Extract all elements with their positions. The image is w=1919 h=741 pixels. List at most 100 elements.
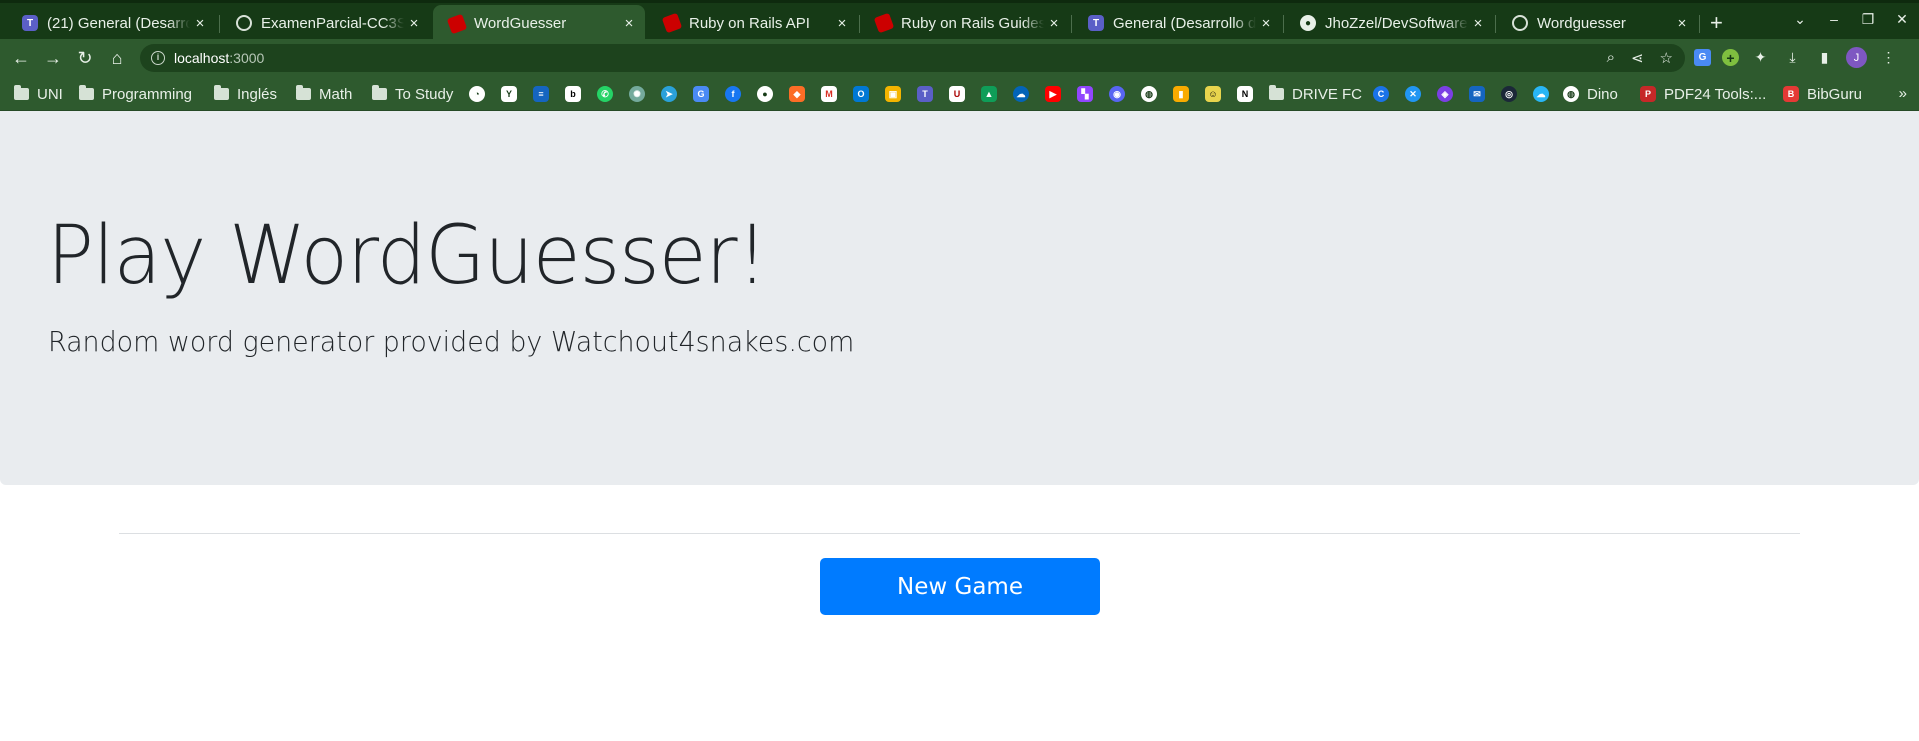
close-icon[interactable]: × [1256,13,1276,33]
bookmark-folder-math[interactable]: Math [296,84,352,104]
codeforces-icon[interactable]: C [1373,86,1389,102]
tab-examen[interactable]: ExamenParcial-CC3S2 × [220,7,430,39]
extensions-puzzle-icon[interactable]: ✦ [1750,47,1771,68]
menu-kebab-icon[interactable]: ⋮ [1878,47,1899,68]
tab-wordguesser-2[interactable]: Wordguesser × [1496,7,1698,39]
facebook-icon[interactable]: f [725,86,741,102]
globe-icon[interactable]: ◍ [1141,86,1157,102]
zoom-icon[interactable]: ⌕ [1607,49,1615,67]
bookmark-folder-to-study[interactable]: To Study [372,84,453,104]
back-icon[interactable]: ← [10,47,32,69]
bookmark-dino[interactable]: ◍ Dino [1563,84,1618,104]
bookmark-folder-uni[interactable]: UNI [14,84,63,104]
bookmark-bibguru[interactable]: B BibGuru [1783,84,1862,104]
tool-icon[interactable]: ✕ [1405,86,1421,102]
new-tab-button[interactable]: + [1710,12,1723,34]
github-icon: ● [1300,15,1316,31]
bookmark-label: DRIVE FC [1292,85,1363,103]
forward-icon[interactable]: → [42,47,64,69]
steam-icon[interactable]: ◎ [1501,86,1517,102]
google-drive-icon[interactable]: ▲ [981,86,997,102]
extensions-area: G + ✦ ⤓ ▮ J ⋮ [1694,47,1899,68]
mail-icon[interactable]: ✉ [1469,86,1485,102]
extension-add-icon[interactable]: + [1722,49,1739,66]
lead-text: Random word generator provided by Watcho… [48,325,855,358]
twitch-icon[interactable]: ▚ [1077,86,1093,102]
analytics-icon[interactable]: ▮ [1173,86,1189,102]
minimize-icon[interactable]: – [1817,11,1851,28]
address-bar[interactable]: i localhost:3000 ⌕ ⋖ ☆ [140,44,1685,72]
tab-strip: T (21) General (Desarrollo de Software) … [0,0,1919,42]
folder-icon [14,85,29,100]
close-icon[interactable]: × [1672,13,1692,33]
youtube-icon[interactable]: ▶ [1045,86,1061,102]
outlook-icon[interactable]: O [853,86,869,102]
document-icon[interactable]: ≡ [533,86,549,102]
tab-wordguesser-active[interactable]: WordGuesser × [433,5,645,42]
new-game-button[interactable]: New Game [820,558,1100,615]
tab-teams-general[interactable]: T (21) General (Desarrollo de Software) … [6,7,216,39]
bookmark-star-icon[interactable]: ☆ [1660,49,1673,67]
globe-icon [1512,15,1528,31]
notion-icon[interactable]: N [1237,86,1253,102]
github-icon[interactable]: ● [757,86,773,102]
reload-icon[interactable]: ↻ [74,47,96,69]
bookmark-label: UNI [37,85,63,103]
chatgpt-icon[interactable]: ✺ [629,86,645,102]
bookmark-folder-programming[interactable]: Programming [79,84,192,104]
bookmark-pdf24[interactable]: P PDF24 Tools:... [1640,84,1766,104]
gitlab-icon[interactable]: ◆ [789,86,805,102]
restore-icon[interactable]: ❐ [1851,11,1885,28]
close-icon[interactable]: × [832,13,852,33]
tab-title: Ruby on Rails Guides [901,14,1044,32]
google-translate-icon[interactable]: G [1694,49,1711,66]
gmail-icon[interactable]: M [821,86,837,102]
tab-title: Wordguesser [1537,14,1626,32]
bsi-icon[interactable]: b [565,86,581,102]
discord-icon[interactable]: ◉ [1109,86,1125,102]
window-controls: ⌄ – ❐ ✕ [1783,11,1919,28]
close-icon[interactable]: × [1468,13,1488,33]
bookmark-label: Dino [1587,85,1618,103]
tab-search-icon[interactable]: ⌄ [1783,11,1817,28]
close-icon[interactable]: × [190,13,210,33]
tab-rails-api[interactable]: Ruby on Rails API × [648,7,858,39]
home-icon[interactable]: ⌂ [106,47,128,69]
side-panel-icon[interactable]: ▮ [1814,47,1835,68]
bookmark-label: Programming [102,85,193,103]
bookmark-folder-ingles[interactable]: Inglés [214,84,277,104]
tab-rails-guides[interactable]: Ruby on Rails Guides × [860,7,1070,39]
folder-icon [79,85,94,100]
tools-icon[interactable]: Y [501,86,517,102]
telegram-icon[interactable]: ➤ [661,86,677,102]
cloud-icon[interactable]: ☁ [1533,86,1549,102]
folder-icon [296,85,311,100]
whatsapp-icon[interactable]: ✆ [597,86,613,102]
share-icon[interactable]: ⋖ [1631,49,1644,67]
downloads-icon[interactable]: ⤓ [1782,47,1803,68]
bookmarks-overflow-icon[interactable]: » [1899,85,1907,102]
onedrive-icon[interactable]: ☁ [1013,86,1029,102]
speedometer-icon[interactable]: ◔ [469,86,485,102]
bookmark-folder-drive-fc[interactable]: DRIVE FC [1269,84,1362,104]
close-window-icon[interactable]: ✕ [1885,11,1919,28]
bookmarks-bar: UNI Programming Inglés Math To Study ◔ Y… [0,77,1919,111]
site-info-icon[interactable]: i [151,51,165,65]
tab-title: Ruby on Rails API [689,14,810,32]
translate-icon[interactable]: G [693,86,709,102]
teams-icon[interactable]: T [917,86,933,102]
close-icon[interactable]: × [404,13,424,33]
shield-icon[interactable]: ◈ [1437,86,1453,102]
tab-github-devsoftware[interactable]: ● JhoZzel/DevSoftware × [1284,7,1494,39]
rails-icon [873,12,895,34]
university-icon[interactable]: U [949,86,965,102]
bookmark-label: PDF24 Tools:... [1664,85,1767,103]
tab-teams-general-2[interactable]: T General (Desarrollo de Software) × [1072,7,1282,39]
folder-icon [214,85,229,100]
close-icon[interactable]: × [1044,13,1064,33]
url-text[interactable]: localhost:3000 [174,50,264,66]
close-icon[interactable]: × [619,14,639,34]
classroom-icon[interactable]: ▣ [885,86,901,102]
profile-avatar[interactable]: J [1846,47,1867,68]
emoji-icon[interactable]: ☺ [1205,86,1221,102]
